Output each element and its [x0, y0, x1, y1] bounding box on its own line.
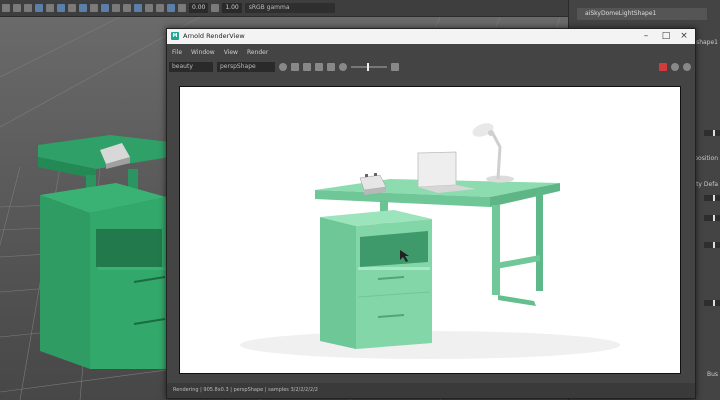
camera-dropdown[interactable]: perspShape [217, 61, 275, 72]
render-status-bar: Rendering | 905.8x0.3 | perspShape | sam… [167, 383, 695, 398]
close-button[interactable]: × [675, 30, 693, 42]
slider-knob[interactable] [713, 300, 715, 306]
stop-icon[interactable] [659, 62, 667, 71]
rendered-desk-image [240, 123, 620, 359]
slider-knob[interactable] [713, 215, 715, 221]
ipr-refresh-icon[interactable] [671, 62, 679, 71]
wireframe-icon[interactable] [112, 4, 120, 12]
isolate-icon[interactable] [101, 4, 109, 12]
lights-icon[interactable] [145, 4, 153, 12]
desk-lamp-model [472, 123, 514, 183]
snap-point-icon[interactable] [57, 4, 65, 12]
render-icon[interactable] [279, 62, 287, 71]
snap-curve-icon[interactable] [46, 4, 54, 12]
window-title: Arnold RenderView [183, 32, 245, 40]
desk-cabinet [320, 210, 432, 349]
menu-view[interactable]: View [224, 49, 238, 59]
aov-dropdown[interactable]: beauty [169, 61, 213, 72]
grid-icon[interactable] [35, 4, 43, 12]
snap-view-icon[interactable] [68, 4, 76, 12]
slider-knob[interactable] [713, 130, 715, 136]
render-view-window: M Arnold RenderView – □ × File Window Vi… [166, 28, 696, 399]
exposure-icon[interactable] [339, 62, 347, 71]
render-canvas[interactable] [179, 86, 681, 374]
render-view-menubar: File Window View Render [167, 49, 695, 59]
camera-icon[interactable] [90, 4, 98, 12]
window-titlebar[interactable]: M Arnold RenderView – □ × [167, 29, 695, 44]
crop-icon[interactable] [327, 62, 335, 71]
exposure-field[interactable]: 0.00 [189, 3, 209, 13]
snap-surface-icon[interactable] [79, 4, 87, 12]
shaded-icon[interactable] [123, 4, 131, 12]
attribute-editor-tab[interactable]: aiSkyDomeLightShape1 [577, 8, 707, 20]
menu-file[interactable]: File [172, 49, 182, 59]
menu-render[interactable]: Render [247, 49, 268, 59]
render-settings-icon[interactable] [683, 62, 691, 71]
paint-tool-icon[interactable] [24, 4, 32, 12]
exposure-icon [178, 4, 186, 12]
slider-knob[interactable] [713, 195, 715, 201]
attribute-slider[interactable] [704, 215, 720, 221]
textured-icon[interactable] [134, 4, 142, 12]
attribute-slider[interactable] [704, 242, 720, 248]
lasso-tool-icon[interactable] [13, 4, 21, 12]
refresh-icon[interactable] [303, 62, 311, 71]
maya-app-icon: M [171, 32, 179, 40]
snapshot-icon[interactable] [315, 62, 323, 71]
slider-handle[interactable] [367, 62, 369, 71]
attribute-slider[interactable] [704, 130, 720, 136]
region-icon[interactable] [291, 62, 299, 71]
render-toolbar: beauty perspShape [167, 60, 695, 73]
attribute-fragment: Bus [706, 371, 718, 378]
maximize-button[interactable]: □ [657, 30, 675, 42]
menu-window[interactable]: Window [191, 49, 215, 59]
attribute-fragment: ty Defa [696, 181, 718, 188]
slider-knob[interactable] [713, 242, 715, 248]
settings-icon[interactable] [391, 62, 399, 71]
attribute-fragment: lshape1 [694, 39, 718, 46]
attribute-slider[interactable] [704, 300, 720, 306]
select-tool-icon[interactable] [2, 4, 10, 12]
shadows-icon[interactable] [156, 4, 164, 12]
attribute-slider[interactable] [704, 195, 720, 201]
desk-right-legs [492, 191, 543, 306]
minimize-button[interactable]: – [637, 30, 655, 42]
colorspace-dropdown[interactable]: sRGB gamma [244, 3, 335, 13]
ao-icon[interactable] [167, 4, 175, 12]
exposure-slider[interactable] [351, 62, 387, 71]
gamma-icon [211, 4, 220, 12]
gamma-field[interactable]: 1.00 [222, 3, 242, 13]
